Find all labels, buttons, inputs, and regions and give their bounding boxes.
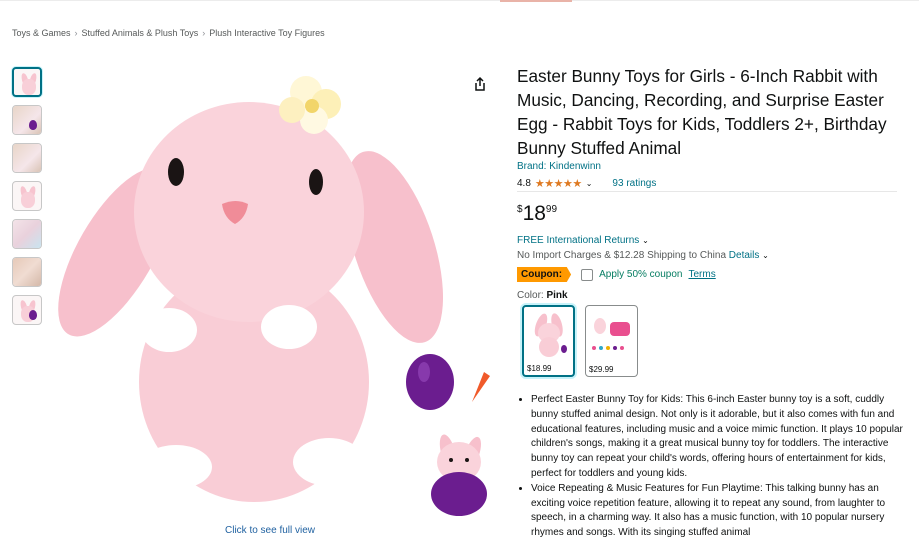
coupon-row: Coupon: Apply 50% coupon Terms bbox=[517, 267, 716, 282]
shipping-details-link[interactable]: Details bbox=[729, 250, 760, 261]
swatch-price: $29.99 bbox=[589, 365, 614, 374]
rating-row: 4.8 ★★★★★ ⌄ 93 ratings bbox=[517, 176, 656, 190]
coupon-badge: Coupon: bbox=[517, 267, 572, 282]
purple-egg-icon bbox=[406, 354, 454, 410]
bunny-left-eye bbox=[168, 158, 184, 186]
full-view-link[interactable]: Click to see full view bbox=[225, 525, 315, 536]
thumbnail-5[interactable] bbox=[12, 219, 42, 249]
feature-bullets: Perfect Easter Bunny Toy for Kids: This … bbox=[517, 393, 911, 541]
swatch-price: $18.99 bbox=[527, 364, 552, 373]
bunny-in-egg-icon bbox=[431, 434, 487, 516]
feature-bullet: Voice Repeating & Music Features for Fun… bbox=[531, 482, 911, 541]
breadcrumb-separator-icon: › bbox=[202, 28, 206, 38]
bunny-right-paw bbox=[261, 305, 317, 349]
coupon-text: Apply 50% coupon bbox=[599, 269, 683, 280]
coupon-checkbox[interactable] bbox=[581, 268, 594, 281]
thumbnail-1[interactable] bbox=[12, 67, 42, 97]
color-label-text: Color: bbox=[517, 290, 544, 301]
thumbnail-3[interactable] bbox=[12, 143, 42, 173]
price-symbol: $ bbox=[517, 204, 523, 215]
main-product-image[interactable] bbox=[44, 62, 496, 522]
breadcrumb: Toys & Games › Stuffed Animals & Plush Toy… bbox=[12, 28, 325, 38]
bunny-left-paw bbox=[141, 308, 197, 352]
returns-link[interactable]: FREE International Returns ⌄ bbox=[517, 235, 649, 246]
star-rating-icon[interactable]: ★★★★★ bbox=[535, 177, 582, 190]
breadcrumb-stuffed-animals[interactable]: Stuffed Animals & Plush Toys bbox=[82, 28, 199, 38]
chevron-down-icon: ⌄ bbox=[642, 236, 649, 245]
chevron-down-icon[interactable]: ⌄ bbox=[762, 251, 769, 260]
thumbnail-2[interactable] bbox=[12, 105, 42, 135]
returns-text: FREE International Returns bbox=[517, 235, 640, 246]
thumbnail-6[interactable] bbox=[12, 257, 42, 287]
swatch-set-image bbox=[592, 318, 630, 350]
rating-value: 4.8 bbox=[517, 177, 531, 189]
breadcrumb-separator-icon: › bbox=[74, 28, 78, 38]
swatch-bunny-image bbox=[534, 313, 567, 357]
breadcrumb-toys-games[interactable]: Toys & Games bbox=[12, 28, 71, 38]
color-value: Pink bbox=[546, 290, 568, 301]
thumbnail-4[interactable] bbox=[12, 181, 42, 211]
coupon-terms-link[interactable]: Terms bbox=[689, 269, 716, 280]
feature-bullet: Perfect Easter Bunny Toy for Kids: This … bbox=[531, 393, 911, 482]
shipping-info: No Import Charges & $12.28 Shipping to C… bbox=[517, 250, 769, 261]
color-label: Color: Pink bbox=[517, 290, 568, 301]
ratings-count-link[interactable]: 93 ratings bbox=[612, 178, 656, 189]
color-swatch-pink[interactable]: $18.99 bbox=[522, 305, 575, 377]
breadcrumb-plush-interactive[interactable]: Plush Interactive Toy Figures bbox=[209, 28, 324, 38]
product-title: Easter Bunny Toys for Girls - 6-Inch Rab… bbox=[517, 66, 887, 158]
top-image-sliver bbox=[500, 0, 572, 2]
bunny-right-foot bbox=[293, 438, 365, 486]
thumbnail-7[interactable] bbox=[12, 295, 42, 325]
price-fraction: 99 bbox=[545, 204, 558, 215]
chevron-down-icon[interactable]: ⌄ bbox=[586, 179, 593, 188]
share-icon[interactable] bbox=[472, 76, 488, 92]
bunny-right-eye bbox=[309, 169, 323, 195]
color-swatch-set[interactable]: $29.99 bbox=[585, 305, 638, 377]
shipping-text: No Import Charges & $12.28 Shipping to C… bbox=[517, 250, 727, 261]
price-whole: 18 bbox=[522, 202, 546, 225]
bunny-head bbox=[134, 102, 364, 322]
price: $1899 bbox=[517, 202, 557, 226]
brand-link[interactable]: Brand: Kindenwinn bbox=[517, 161, 601, 172]
top-border bbox=[0, 0, 919, 1]
carrot-icon bbox=[472, 372, 490, 402]
divider bbox=[517, 191, 897, 192]
bunny-left-foot bbox=[140, 445, 212, 489]
thumbnail-strip bbox=[12, 67, 44, 333]
